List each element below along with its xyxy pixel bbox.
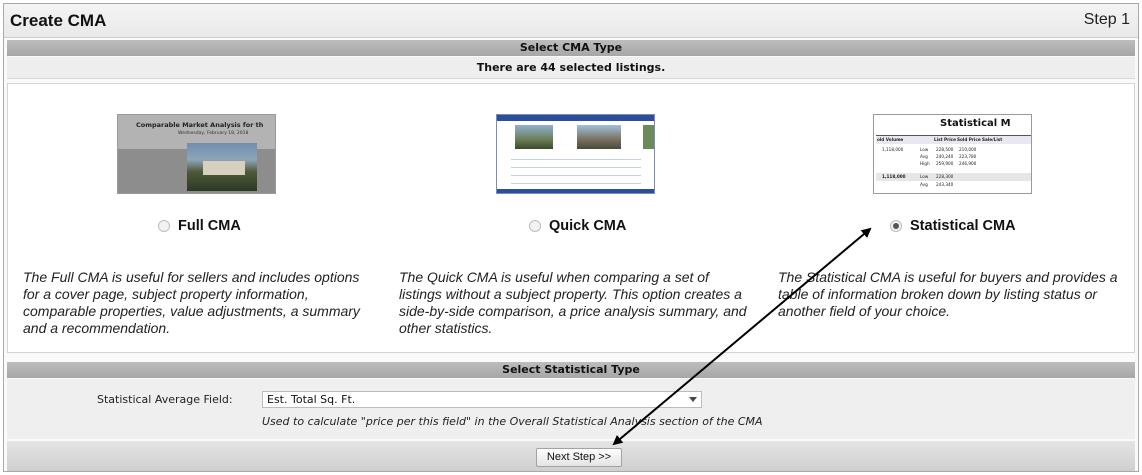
option-statistical-cma: Statistical M old Volume List Price Sold… bbox=[760, 84, 1134, 352]
create-cma-window: Create CMA Step 1 Select CMA Type There … bbox=[3, 3, 1139, 472]
cma-type-options: Comparable Market Analysis for th Wednes… bbox=[7, 83, 1135, 353]
section-header-cma-type: Select CMA Type bbox=[7, 40, 1135, 56]
dropdown-arrow-icon[interactable] bbox=[689, 397, 697, 402]
quick-cma-label[interactable]: Quick CMA bbox=[549, 218, 626, 234]
stat-field-value: Est. Total Sq. Ft. bbox=[267, 393, 356, 406]
title-bar: Create CMA Step 1 bbox=[4, 4, 1138, 38]
statistical-cma-thumbnail[interactable]: Statistical M old Volume List Price Sold… bbox=[873, 114, 1032, 194]
full-cma-label[interactable]: Full CMA bbox=[178, 218, 241, 234]
page-title: Create CMA bbox=[10, 11, 107, 30]
step-indicator: Step 1 bbox=[1083, 11, 1130, 28]
thumb-title: Statistical M bbox=[940, 118, 1011, 129]
quick-cma-description: The Quick CMA is useful when comparing a… bbox=[399, 269, 747, 336]
statistical-cma-radio[interactable] bbox=[890, 220, 902, 232]
stat-field-hint: Used to calculate "price per this field"… bbox=[262, 415, 763, 428]
thumb-subtitle: Wednesday, February 18, 2018 bbox=[178, 131, 249, 136]
option-quick-cma: Quick CMA The Quick CMA is useful when c… bbox=[384, 84, 760, 352]
full-cma-description: The Full CMA is useful for sellers and i… bbox=[23, 269, 360, 336]
quick-cma-radio-row[interactable]: Quick CMA bbox=[529, 216, 626, 236]
statistical-cma-radio-row[interactable]: Statistical CMA bbox=[890, 216, 1016, 236]
quick-cma-radio[interactable] bbox=[529, 220, 541, 232]
listing-count-banner: There are 44 selected listings. bbox=[7, 57, 1135, 79]
stat-field-label: Statistical Average Field: bbox=[97, 393, 233, 406]
footer-bar: Next Step >> bbox=[7, 441, 1135, 471]
thumb-title: Comparable Market Analysis for th bbox=[136, 121, 264, 129]
full-cma-radio-row[interactable]: Full CMA bbox=[158, 216, 241, 236]
full-cma-radio[interactable] bbox=[158, 220, 170, 232]
statistical-cma-description: The Statistical CMA is useful for buyers… bbox=[778, 269, 1118, 319]
statistical-cma-label[interactable]: Statistical CMA bbox=[910, 218, 1016, 234]
stat-field-select[interactable]: Est. Total Sq. Ft. bbox=[262, 391, 702, 408]
next-step-button[interactable]: Next Step >> bbox=[536, 448, 622, 467]
statistical-field-row: Statistical Average Field: Est. Total Sq… bbox=[7, 379, 1135, 439]
section-header-stat-type: Select Statistical Type bbox=[7, 362, 1135, 378]
full-cma-thumbnail[interactable]: Comparable Market Analysis for th Wednes… bbox=[117, 114, 276, 194]
quick-cma-thumbnail[interactable] bbox=[496, 114, 655, 194]
option-full-cma: Comparable Market Analysis for th Wednes… bbox=[8, 84, 384, 352]
